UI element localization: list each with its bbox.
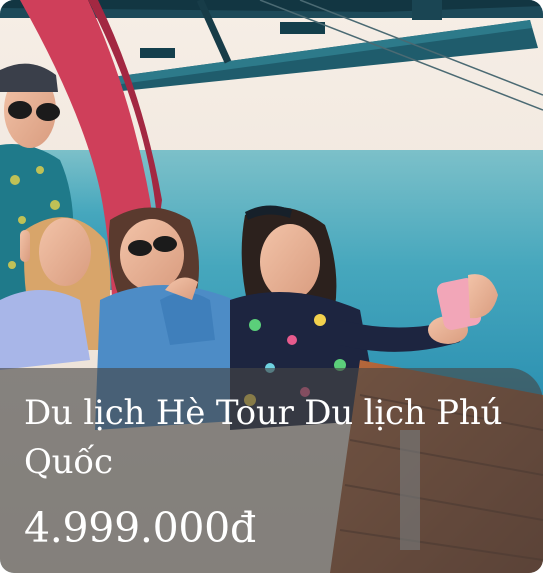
tour-card[interactable]: Du lịch Hè Tour Du lịch Phú Quốc 4.999.0… bbox=[0, 0, 543, 573]
tour-price: 4.999.000đ bbox=[24, 504, 256, 552]
tour-title[interactable]: Du lịch Hè Tour Du lịch Phú Quốc bbox=[24, 389, 529, 487]
